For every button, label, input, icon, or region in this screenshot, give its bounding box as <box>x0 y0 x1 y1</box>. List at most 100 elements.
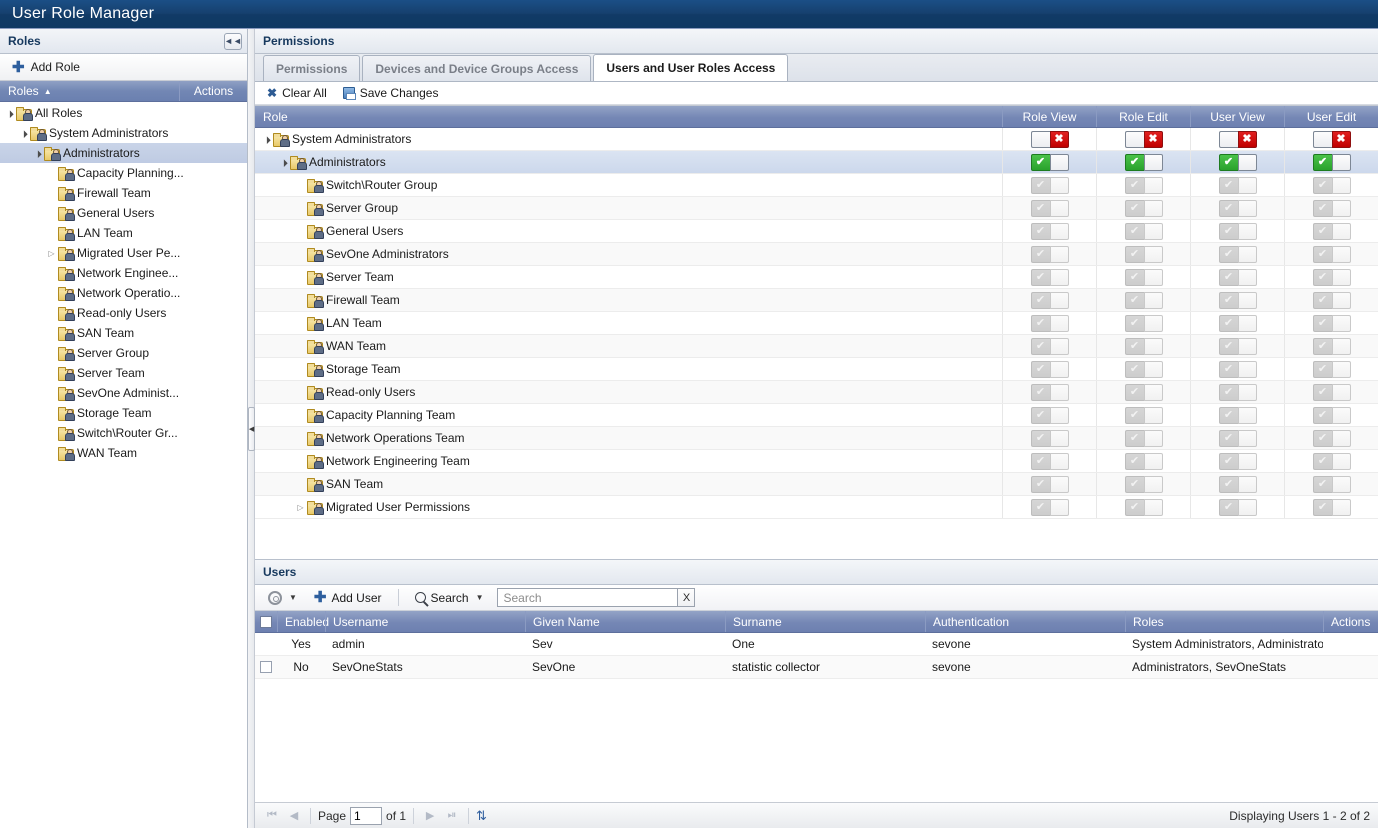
select-all-checkbox[interactable] <box>260 615 272 628</box>
sidebar-tree-item[interactable]: All Roles <box>0 103 247 123</box>
check-icon: ✔ <box>1030 429 1050 447</box>
expander-closed-icon[interactable] <box>46 249 57 258</box>
column-header-role-edit[interactable]: Role Edit <box>1096 106 1190 127</box>
permissions-row[interactable]: Administrators ✔ ✔ ✔ ✔ <box>255 151 1378 174</box>
add-role-button[interactable]: ✚ Add Role <box>6 58 86 77</box>
sidebar-tree-item[interactable]: WAN Team <box>0 443 247 463</box>
sidebar-tree-item[interactable]: System Administrators <box>0 123 247 143</box>
sidebar-tree-item[interactable]: Read-only Users <box>0 303 247 323</box>
expander-open-icon[interactable] <box>278 158 289 167</box>
save-changes-button[interactable]: Save Changes <box>336 84 446 102</box>
permissions-row[interactable]: Server Group ✔ ✔ ✔ ✔ <box>255 197 1378 220</box>
permissions-row[interactable]: SevOne Administrators ✔ ✔ ✔ ✔ <box>255 243 1378 266</box>
toggle-user-view[interactable]: ✖ <box>1218 130 1257 148</box>
sidebar-tree-item[interactable]: General Users <box>0 203 247 223</box>
permissions-row[interactable]: LAN Team ✔ ✔ ✔ ✔ <box>255 312 1378 335</box>
permissions-cell-user-view: ✔ <box>1190 335 1284 357</box>
row-checkbox[interactable] <box>260 661 272 673</box>
permissions-row[interactable]: Server Team ✔ ✔ ✔ ✔ <box>255 266 1378 289</box>
column-header-role-view[interactable]: Role View <box>1002 106 1096 127</box>
permissions-row[interactable]: Switch\Router Group ✔ ✔ ✔ ✔ <box>255 174 1378 197</box>
sidebar-tree-item[interactable]: Storage Team <box>0 403 247 423</box>
permissions-empty-space <box>255 519 1378 559</box>
sidebar-tree-item[interactable]: LAN Team <box>0 223 247 243</box>
expander-closed-icon[interactable] <box>295 503 306 512</box>
last-page-icon[interactable]: ⏯ <box>443 807 461 825</box>
sidebar-tree-item[interactable]: SevOne Administ... <box>0 383 247 403</box>
sidebar-tree-item[interactable]: Capacity Planning... <box>0 163 247 183</box>
permissions-row[interactable]: Network Operations Team ✔ ✔ ✔ ✔ <box>255 427 1378 450</box>
users-cell-row-select[interactable] <box>255 656 277 678</box>
actions-column-header[interactable]: Actions <box>179 81 247 101</box>
tab-users-and-user-roles-access[interactable]: Users and User Roles Access <box>593 54 789 81</box>
sidebar-tree-item[interactable]: Network Operatio... <box>0 283 247 303</box>
clear-all-button[interactable]: ✖ Clear All <box>260 84 334 102</box>
sidebar-tree-item[interactable]: Firewall Team <box>0 183 247 203</box>
users-table-row[interactable]: No SevOneStats SevOne statistic collector se… <box>255 656 1378 679</box>
toggle-role-edit[interactable]: ✖ <box>1124 130 1163 148</box>
permissions-row[interactable]: System Administrators ✖ ✖ ✖ ✖ <box>255 128 1378 151</box>
sidebar-tree-item[interactable]: Network Enginee... <box>0 263 247 283</box>
column-header-surname[interactable]: Surname <box>725 611 925 632</box>
column-header-username[interactable]: Username <box>325 611 525 632</box>
tab-devices-and-device-groups-access[interactable]: Devices and Device Groups Access <box>362 55 592 81</box>
search-menu-button[interactable]: Search ▼ <box>408 589 491 607</box>
users-table-row[interactable]: Yes admin Sev One sevone System Administrator… <box>255 633 1378 656</box>
add-user-button[interactable]: ✚ Add User <box>307 588 389 607</box>
permissions-cell-user-view: ✔ <box>1190 404 1284 426</box>
page-number-input[interactable] <box>350 806 383 825</box>
users-settings-button[interactable]: ▼ <box>261 589 304 607</box>
expander-open-icon[interactable] <box>32 149 43 158</box>
roles-column-header[interactable]: Roles ▲ <box>0 81 179 101</box>
column-header-role[interactable]: Role <box>255 106 1002 127</box>
check-icon: ✔ <box>1218 383 1238 401</box>
toggle-role-view[interactable]: ✔ <box>1030 153 1069 171</box>
permissions-row[interactable]: Storage Team ✔ ✔ ✔ ✔ <box>255 358 1378 381</box>
search-clear-button[interactable]: X <box>677 588 696 607</box>
toggle-user-edit[interactable]: ✖ <box>1312 130 1351 148</box>
permissions-row[interactable]: Read-only Users ✔ ✔ ✔ ✔ <box>255 381 1378 404</box>
column-header-actions[interactable]: Actions <box>1323 611 1378 632</box>
sidebar-tree-item[interactable]: Migrated User Pe... <box>0 243 247 263</box>
column-header-user-view[interactable]: User View <box>1190 106 1284 127</box>
sidebar-tree-item[interactable]: Switch\Router Gr... <box>0 423 247 443</box>
column-header-authentication[interactable]: Authentication <box>925 611 1125 632</box>
toggle-user-view[interactable]: ✔ <box>1218 153 1257 171</box>
permissions-row[interactable]: Firewall Team ✔ ✔ ✔ ✔ <box>255 289 1378 312</box>
permissions-row[interactable]: SAN Team ✔ ✔ ✔ ✔ <box>255 473 1378 496</box>
column-header-given-name[interactable]: Given Name <box>525 611 725 632</box>
tab-permissions[interactable]: Permissions <box>263 55 361 81</box>
permissions-tabstrip[interactable]: Permissions Devices and Device Groups Acc… <box>255 54 1378 82</box>
collapse-left-icon[interactable]: ◄◄ <box>224 32 242 50</box>
permissions-row[interactable]: WAN Team ✔ ✔ ✔ ✔ <box>255 335 1378 358</box>
first-page-icon[interactable]: ⏮ <box>263 807 281 825</box>
users-cell-row-select[interactable] <box>255 633 277 655</box>
column-header-user-edit[interactable]: User Edit <box>1284 106 1378 127</box>
search-input[interactable] <box>497 588 678 607</box>
toggle-user-edit[interactable]: ✔ <box>1312 153 1351 171</box>
refresh-icon[interactable]: ⇅ <box>476 808 487 824</box>
sidebar-tree-item[interactable]: Server Team <box>0 363 247 383</box>
sidebar-tree-item[interactable]: Administrators <box>0 143 247 163</box>
expander-open-icon[interactable] <box>4 109 15 118</box>
sidebar-tree-item[interactable]: SAN Team <box>0 323 247 343</box>
permissions-row[interactable]: General Users ✔ ✔ ✔ ✔ <box>255 220 1378 243</box>
splitter-handle[interactable]: ◀ <box>248 406 255 451</box>
toggle-role-view[interactable]: ✖ <box>1030 130 1069 148</box>
previous-page-icon[interactable]: ◀ <box>285 807 303 825</box>
expander-open-icon[interactable] <box>18 129 29 138</box>
roles-tree[interactable]: All Roles System Administrators Administra… <box>0 102 247 828</box>
permissions-row[interactable]: Capacity Planning Team ✔ ✔ ✔ ✔ <box>255 404 1378 427</box>
select-all-header[interactable] <box>255 611 277 632</box>
check-icon: ✔ <box>1312 360 1332 378</box>
permissions-row[interactable]: Network Engineering Team ✔ ✔ ✔ ✔ <box>255 450 1378 473</box>
column-header-enabled[interactable]: Enabled <box>277 611 329 632</box>
sidebar-tree-item[interactable]: Server Group <box>0 343 247 363</box>
permissions-row[interactable]: Migrated User Permissions ✔ ✔ ✔ ✔ <box>255 496 1378 519</box>
expander-open-icon[interactable] <box>261 135 272 144</box>
toggle-role-edit[interactable]: ✔ <box>1124 153 1163 171</box>
panel-splitter[interactable]: ◀ <box>248 29 255 828</box>
next-page-icon[interactable]: ▶ <box>421 807 439 825</box>
toggle-blank <box>1331 268 1351 286</box>
column-header-roles[interactable]: Roles <box>1125 611 1323 632</box>
